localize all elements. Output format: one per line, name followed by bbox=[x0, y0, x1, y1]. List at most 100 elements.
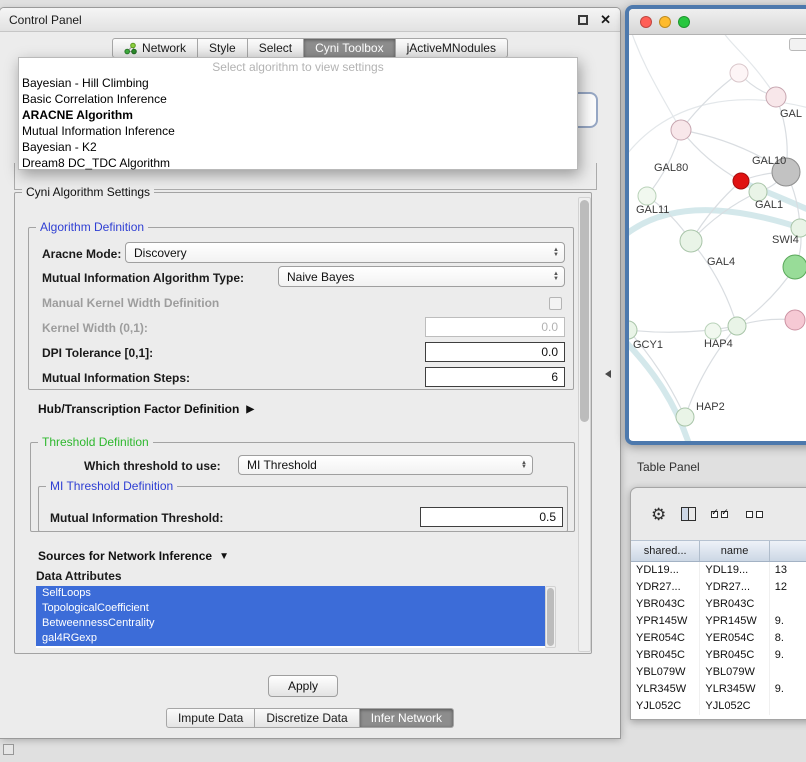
table-cell: 12 bbox=[770, 579, 806, 596]
splitter-collapse-arrow[interactable] bbox=[605, 370, 611, 378]
network-edge bbox=[719, 35, 776, 97]
table-row[interactable]: YLR345WYLR345W9. bbox=[631, 681, 806, 698]
network-node[interactable] bbox=[671, 120, 691, 140]
network-node[interactable] bbox=[733, 173, 749, 189]
network-node[interactable] bbox=[728, 317, 746, 335]
dropdown-item[interactable]: Mutual Information Inference bbox=[19, 123, 577, 139]
group-title: Threshold Definition bbox=[38, 435, 153, 449]
table-row[interactable]: YBL079WYBL079W bbox=[631, 664, 806, 681]
network-node[interactable] bbox=[766, 87, 786, 107]
attribute-list-item[interactable]: BetweennessCentrality bbox=[36, 616, 545, 631]
table-cell: YJL052C bbox=[700, 698, 769, 715]
dropdown-item[interactable]: Bayesian - Hill Climbing bbox=[19, 75, 577, 91]
kernel-width-label: Kernel Width (0,1): bbox=[42, 321, 148, 335]
deselect-all-icon[interactable] bbox=[746, 511, 766, 518]
dropdown-item[interactable]: Basic Correlation Inference bbox=[19, 91, 577, 107]
apply-button[interactable]: Apply bbox=[268, 675, 338, 697]
window-grippy[interactable] bbox=[3, 744, 14, 755]
bottom-tab-impute-data[interactable]: Impute Data bbox=[166, 708, 255, 728]
network-node[interactable] bbox=[680, 230, 702, 252]
table-row[interactable]: YDR27...YDR27...12 bbox=[631, 579, 806, 596]
attribute-list-item[interactable]: gal4RGexp bbox=[36, 631, 545, 646]
aracne-mode-select[interactable]: Discovery ▲▼ bbox=[125, 242, 565, 263]
node-label: GCY1 bbox=[633, 339, 663, 351]
table-cell: YBR043C bbox=[700, 596, 769, 613]
attributes-list-scrollbar[interactable] bbox=[545, 586, 556, 648]
table-row[interactable]: YBR045CYBR045C9. bbox=[631, 647, 806, 664]
control-panel-titlebar[interactable]: Control Panel ✕ bbox=[0, 8, 620, 32]
table-cell: YDL19... bbox=[700, 562, 769, 579]
attribute-list-item[interactable]: SelfLoops bbox=[36, 586, 545, 601]
network-node[interactable] bbox=[785, 310, 805, 330]
table-cell: YER054C bbox=[631, 630, 700, 647]
tab-network[interactable]: Network bbox=[112, 38, 198, 58]
table-panel-window: ⚙ shared...name YDL19...YDL19...13YDR27.… bbox=[630, 487, 806, 720]
table-row[interactable]: YDL19...YDL19...13 bbox=[631, 562, 806, 579]
table-row[interactable]: YER054CYER054C8. bbox=[631, 630, 806, 647]
close-icon[interactable]: ✕ bbox=[600, 12, 611, 28]
tab-style[interactable]: Style bbox=[198, 38, 248, 58]
mi-steps-input[interactable]: 6 bbox=[425, 367, 565, 387]
column-header[interactable] bbox=[770, 541, 806, 561]
select-all-icon[interactable] bbox=[711, 511, 731, 518]
bottom-tab-infer-network[interactable]: Infer Network bbox=[360, 708, 454, 728]
table-row[interactable]: YJL052CYJL052C bbox=[631, 698, 806, 715]
desktop: Control Panel ✕ Network Style SelectCyni T… bbox=[0, 0, 806, 762]
dpi-tolerance-input[interactable]: 0.0 bbox=[425, 342, 565, 362]
column-header[interactable]: name bbox=[700, 541, 769, 561]
algorithm-dropdown-list: Bayesian - Hill ClimbingBasic Correlatio… bbox=[19, 75, 577, 171]
gear-icon[interactable]: ⚙ bbox=[651, 506, 666, 523]
network-node[interactable] bbox=[705, 323, 721, 339]
dropdown-item[interactable]: Dream8 DC_TDC Algorithm bbox=[19, 155, 577, 171]
table-cell bbox=[770, 698, 806, 715]
manual-kernel-width-checkbox[interactable] bbox=[549, 297, 562, 310]
tab-label: Network bbox=[142, 41, 186, 55]
table-cell: YBR043C bbox=[631, 596, 700, 613]
settings-scrollbar[interactable] bbox=[578, 197, 591, 652]
scrollbar-thumb[interactable] bbox=[580, 200, 589, 422]
node-label: HAP2 bbox=[696, 401, 725, 413]
network-node[interactable] bbox=[676, 408, 694, 426]
network-canvas[interactable]: GALGAL80GAL10GAL11GAL1SWI4GAL4GCY1HAP4HA… bbox=[629, 35, 806, 440]
table-row[interactable]: YBR043CYBR043C bbox=[631, 596, 806, 613]
which-threshold-label: Which threshold to use: bbox=[84, 459, 221, 473]
kernel-width-input[interactable]: 0.0 bbox=[425, 317, 565, 337]
aracne-mode-value: Discovery bbox=[134, 246, 187, 260]
network-node[interactable] bbox=[730, 64, 748, 82]
hub-definition-toggle[interactable]: Hub/Transcription Factor Definition ▶ bbox=[38, 402, 254, 416]
column-header[interactable]: shared... bbox=[631, 541, 700, 561]
table-row[interactable]: YPR145WYPR145W9. bbox=[631, 613, 806, 630]
mi-threshold-input[interactable]: 0.5 bbox=[420, 507, 563, 527]
bottom-tab-discretize-data[interactable]: Discretize Data bbox=[255, 708, 359, 728]
table-panel-title: Table Panel bbox=[637, 460, 700, 474]
table-cell: 8. bbox=[770, 630, 806, 647]
stepper-icon: ▲▼ bbox=[547, 272, 559, 281]
algorithm-dropdown: Select algorithm to view settings Bayesi… bbox=[18, 57, 578, 170]
table-cell: YDL19... bbox=[631, 562, 700, 579]
tab-jactivemnodules[interactable]: jActiveMNodules bbox=[396, 38, 508, 58]
dropdown-item[interactable]: Bayesian - K2 bbox=[19, 139, 577, 155]
columns-icon[interactable] bbox=[681, 507, 696, 521]
top-tabs: Network Style SelectCyni ToolboxjActiveMNo… bbox=[0, 38, 620, 58]
attribute-list-item[interactable]: TopologicalCoefficient bbox=[36, 601, 545, 616]
mi-algorithm-type-select[interactable]: Naive Bayes ▲▼ bbox=[278, 266, 565, 287]
stepper-icon: ▲▼ bbox=[547, 248, 559, 257]
network-node[interactable] bbox=[783, 255, 806, 279]
network-window-titlebar[interactable] bbox=[629, 9, 806, 35]
float-window-icon[interactable] bbox=[578, 15, 588, 25]
network-node[interactable] bbox=[638, 187, 656, 205]
minimize-button[interactable] bbox=[659, 16, 671, 28]
sources-section-toggle[interactable]: Sources for Network Inference ▼ bbox=[38, 549, 229, 563]
tab-cyni-toolbox[interactable]: Cyni Toolbox bbox=[304, 38, 395, 58]
tab-select[interactable]: Select bbox=[248, 38, 304, 58]
scrollbar-thumb[interactable] bbox=[547, 588, 554, 646]
network-node[interactable] bbox=[629, 321, 637, 339]
close-button[interactable] bbox=[640, 16, 652, 28]
dropdown-item[interactable]: ARACNE Algorithm bbox=[19, 107, 577, 123]
network-canvas-svg[interactable]: GALGAL80GAL10GAL11GAL1SWI4GAL4GCY1HAP4HA… bbox=[629, 35, 806, 441]
which-threshold-select[interactable]: MI Threshold ▲▼ bbox=[238, 455, 533, 475]
tab-label: Infer Network bbox=[371, 711, 442, 725]
table-cell: YDR27... bbox=[631, 579, 700, 596]
tab-label: Style bbox=[209, 41, 236, 55]
zoom-button[interactable] bbox=[678, 16, 690, 28]
